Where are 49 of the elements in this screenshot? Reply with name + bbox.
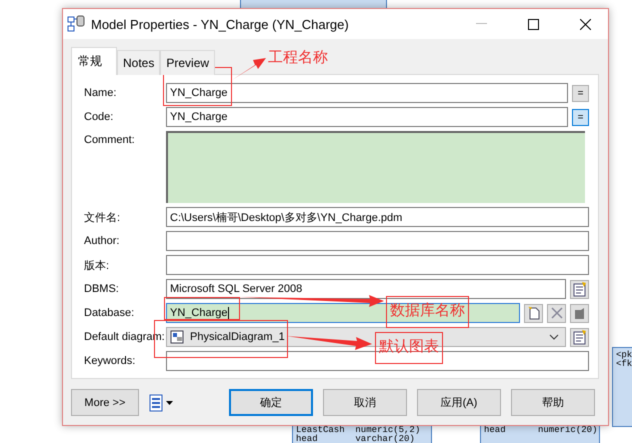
annotation-label: 数据库名称 — [386, 296, 469, 328]
text-field[interactable] — [166, 231, 589, 251]
equals-button[interactable]: = — [572, 108, 589, 126]
field-label: 文件名: — [84, 210, 122, 226]
tab[interactable]: Notes — [117, 50, 160, 75]
field-label: Code: — [84, 110, 114, 125]
properties-button[interactable] — [570, 304, 589, 322]
ok-button[interactable]: 确定 — [228, 389, 313, 416]
document-icon — [573, 306, 586, 320]
chevron-down-icon — [549, 334, 559, 340]
annotation-label: 默认图表 — [375, 332, 443, 364]
window-title: Model Properties - YN_Charge (YN_Charge) — [91, 16, 350, 32]
more-button[interactable]: More >> — [71, 389, 139, 416]
properties-button[interactable] — [570, 280, 589, 298]
properties-icon — [572, 329, 588, 345]
menu-button[interactable] — [146, 392, 175, 414]
annotation-label: 工程名称 — [268, 48, 328, 67]
new-button[interactable] — [524, 304, 543, 322]
properties-icon — [572, 281, 588, 297]
text-field[interactable]: Microsoft SQL Server 2008 — [166, 279, 566, 299]
diagram-table: <pk <fk — [612, 347, 632, 427]
text-field[interactable]: YN_Charge — [166, 83, 568, 103]
equals-button[interactable]: = — [572, 84, 589, 102]
properties-button[interactable] — [570, 328, 589, 346]
field-label: Author: — [84, 234, 120, 249]
diagram-icon — [170, 330, 184, 344]
delete-button[interactable] — [547, 304, 566, 322]
field-label: 版本: — [84, 258, 110, 274]
highlight-box — [163, 67, 232, 106]
text-field[interactable] — [166, 255, 589, 275]
text-field[interactable]: C:\Users\楠哥\Desktop\多对多\YN_Charge.pdm — [166, 207, 589, 227]
maximize-icon[interactable] — [528, 18, 538, 30]
close-icon — [550, 307, 562, 319]
dialog-button[interactable]: 帮助 — [510, 389, 596, 416]
text-field[interactable]: YN_Charge — [166, 107, 568, 127]
dialog-button[interactable]: 应用(A) — [416, 389, 501, 416]
field-label: Name: — [84, 86, 118, 101]
model-icon — [67, 15, 85, 33]
field-label: DBMS: — [84, 282, 120, 297]
comment-field[interactable] — [166, 131, 585, 203]
field-label: Comment: — [84, 133, 136, 148]
field-label: Database: — [84, 306, 136, 321]
list-icon — [148, 394, 173, 412]
tab[interactable]: 常规 — [71, 47, 117, 75]
field-label: Keywords: — [84, 354, 136, 369]
new-document-icon — [526, 306, 540, 320]
close-icon[interactable] — [580, 18, 590, 30]
dialog-button[interactable]: 取消 — [322, 389, 407, 416]
tab[interactable]: Preview — [160, 50, 216, 75]
